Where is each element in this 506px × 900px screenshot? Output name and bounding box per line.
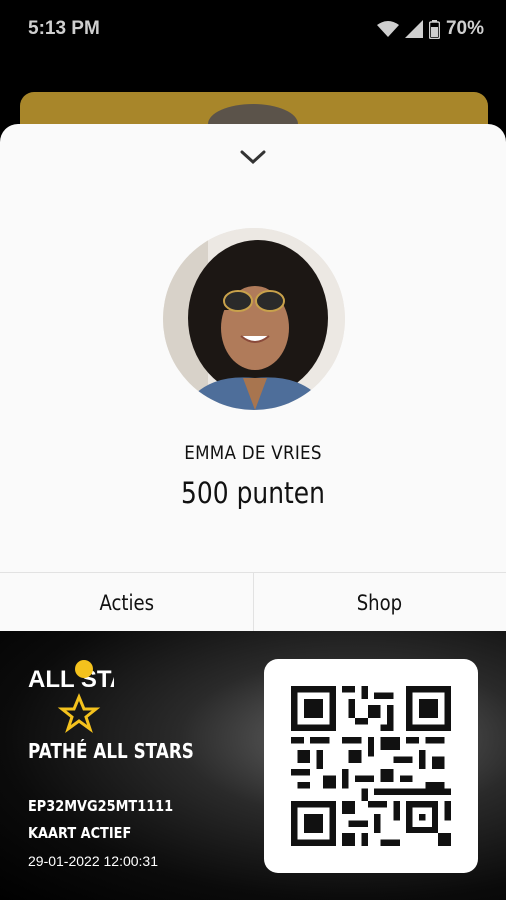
- chevron-down-icon[interactable]: [238, 146, 268, 168]
- qr-code-icon: [291, 686, 451, 846]
- wifi-icon: [376, 21, 399, 37]
- card-title: PATHÉ ALL STARS: [28, 739, 194, 763]
- points-balance: 500 punten: [181, 476, 325, 510]
- membership-card: ALL STARS PATHÉ ALL STARS EP32MVG25MT111…: [0, 631, 506, 900]
- status-time: 5:13 PM: [28, 18, 100, 39]
- status-bar: 5:13 PM 70%: [0, 0, 506, 60]
- battery-percentage: 70%: [445, 18, 484, 39]
- signal-icon: [404, 20, 423, 38]
- tab-bar: Acties Shop: [0, 572, 506, 631]
- card-date: 29-01-2022 12:00:31: [28, 853, 158, 869]
- tab-shop-label: Shop: [357, 590, 403, 615]
- profile-sheet: EMMA DE VRIES 500 punten Acties Shop: [0, 124, 506, 631]
- card-status: KAART ACTIEF: [28, 824, 132, 842]
- tab-shop[interactable]: Shop: [252, 573, 506, 631]
- battery-icon: [428, 19, 440, 39]
- all-stars-logo: ALL STARS: [28, 660, 114, 733]
- avatar: [163, 228, 345, 410]
- status-icons: 70%: [376, 18, 484, 40]
- tab-acties-label: Acties: [98, 590, 154, 615]
- member-name: EMMA DE VRIES: [184, 442, 322, 464]
- qr-code-box[interactable]: [264, 659, 478, 873]
- card-code: EP32MVG25MT1111: [28, 797, 174, 815]
- tab-acties[interactable]: Acties: [0, 573, 253, 631]
- logo-text: ALL STARS: [28, 666, 114, 693]
